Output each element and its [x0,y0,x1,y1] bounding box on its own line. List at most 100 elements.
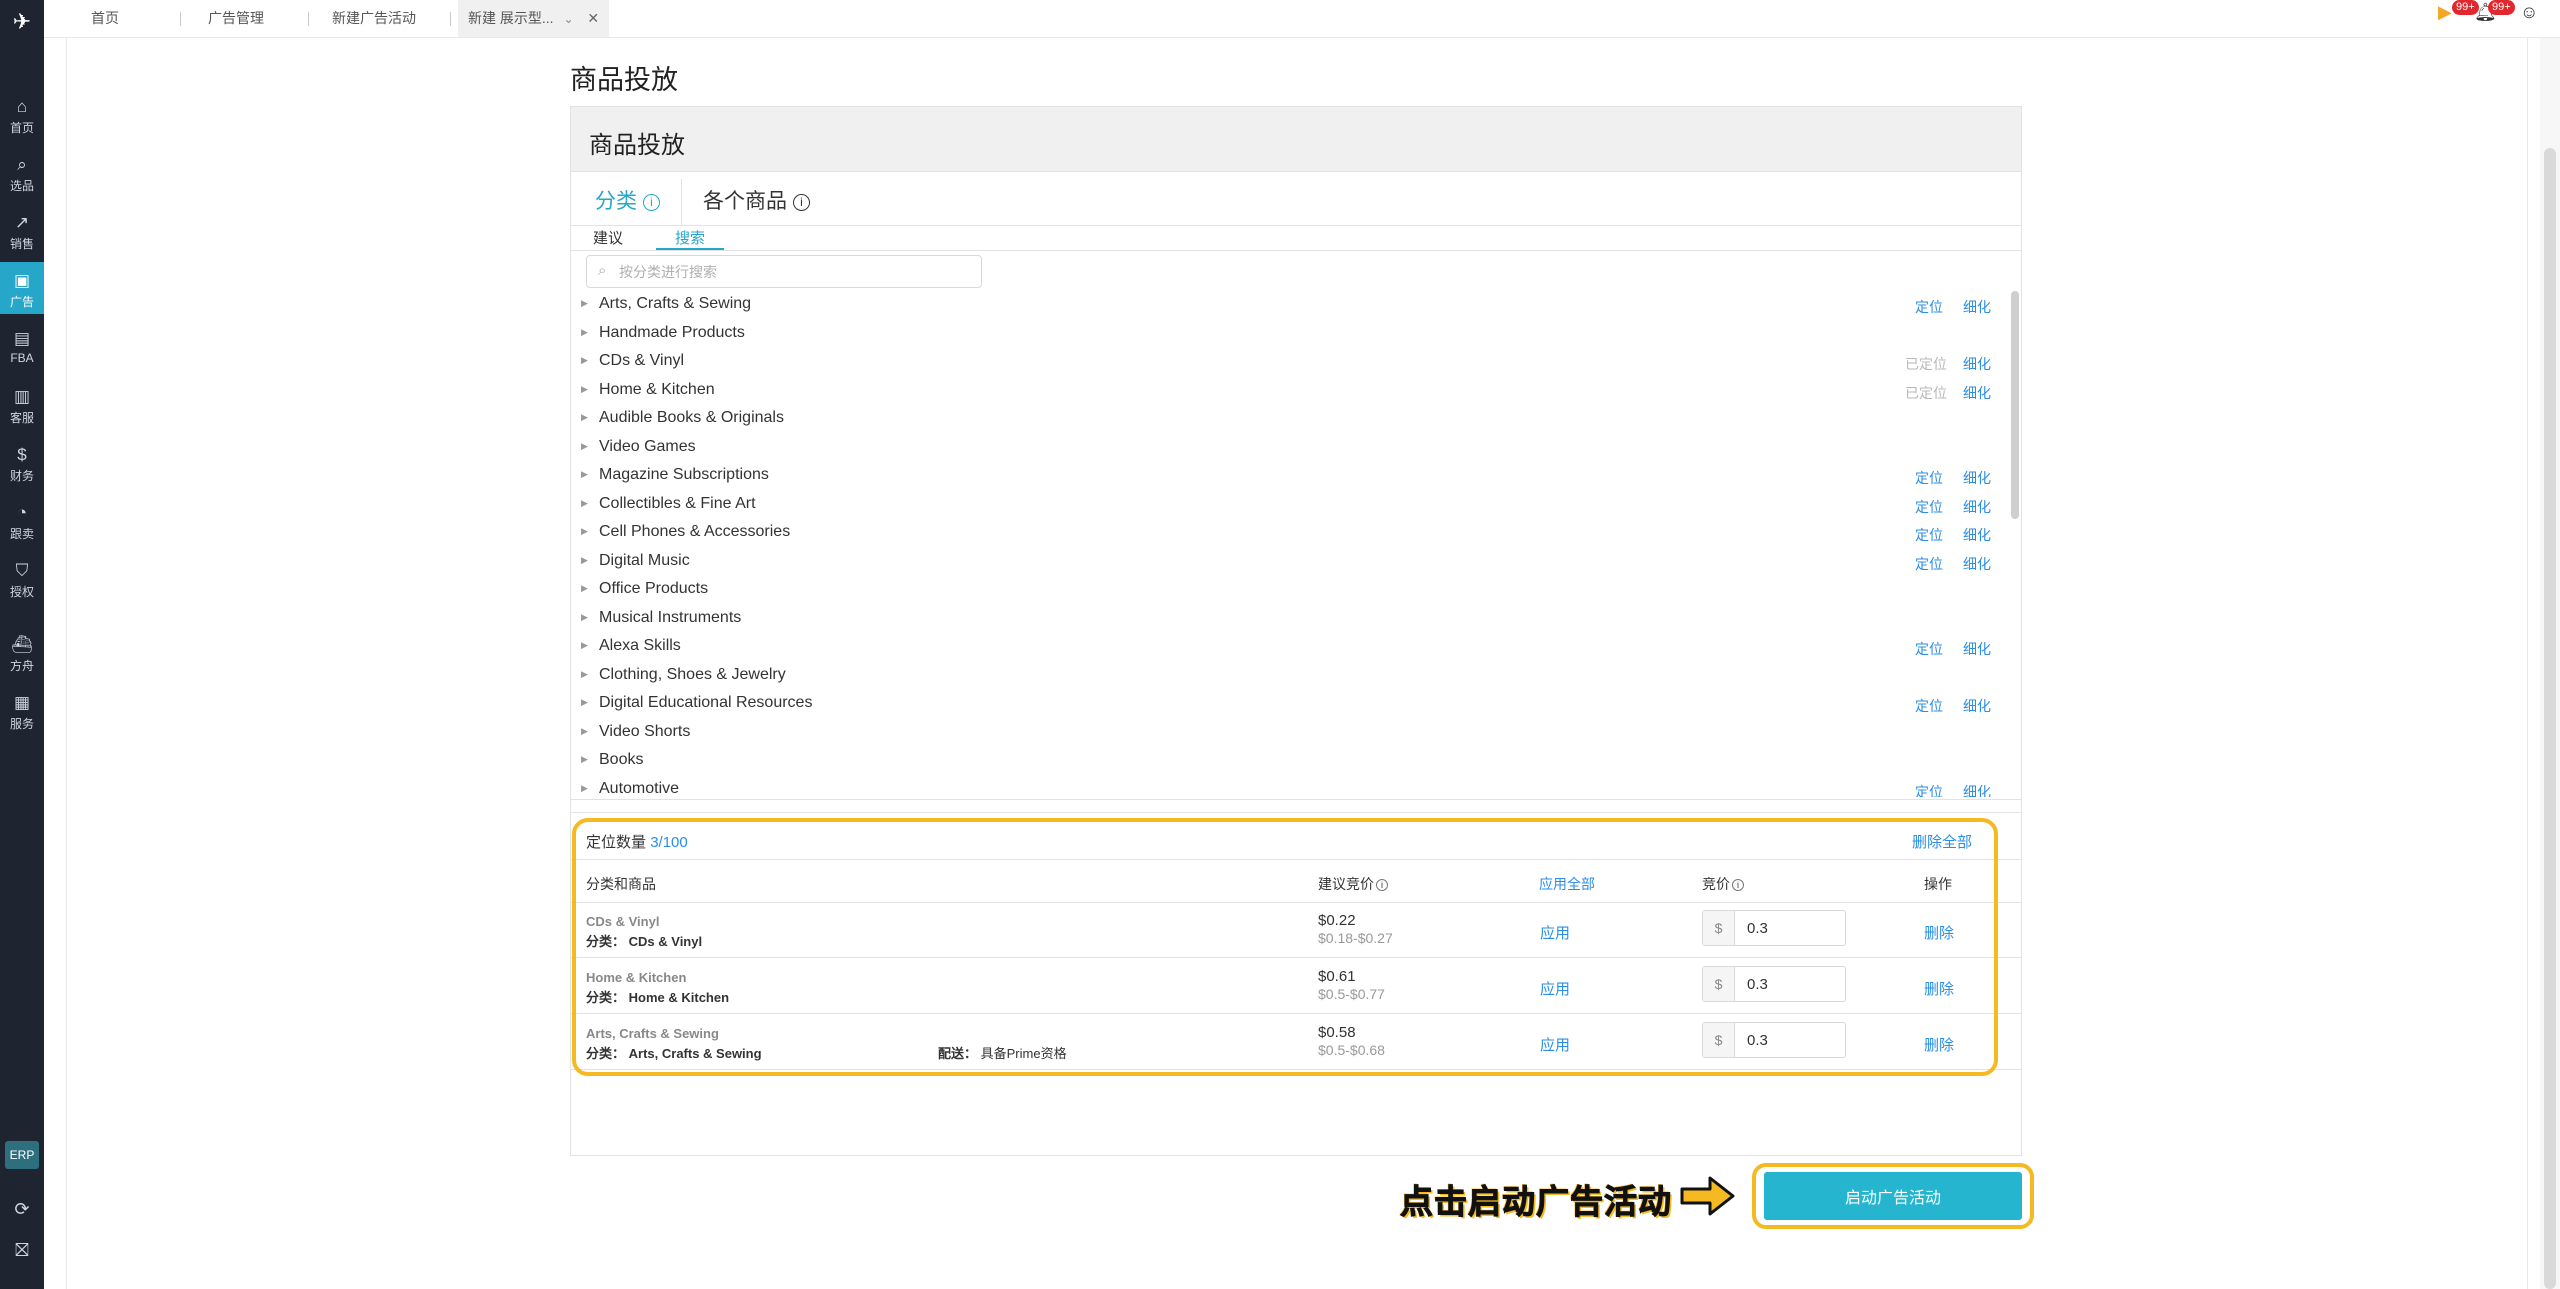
category-row[interactable]: ▶ Digital Educational Resources 定位 细化 [571,690,2001,719]
caret-right-icon[interactable]: ▶ [581,783,588,794]
locate-button[interactable]: 定位 [1915,782,1943,798]
caret-right-icon[interactable]: ▶ [581,669,588,680]
category-row[interactable]: ▶ Video Games [571,434,2001,463]
gift-icon[interactable]: ⛝ [0,1240,44,1261]
tab-divider [450,12,451,26]
category-row[interactable]: ▶ Collectibles & Fine Art 定位 细化 [571,491,2001,520]
refine-button[interactable]: 细化 [1963,782,1991,798]
located-label: 已定位 [1905,384,1947,401]
category-row[interactable]: ▶ CDs & Vinyl 已定位 细化 [571,348,2001,377]
caret-right-icon[interactable]: ▶ [581,298,588,309]
category-search-input[interactable] [619,260,969,283]
refine-button[interactable]: 细化 [1963,468,1991,488]
category-row[interactable]: ▶ Video Shorts [571,719,2001,748]
info-icon[interactable]: i [793,194,810,211]
caret-right-icon[interactable]: ▶ [581,726,588,737]
sidebar-item-follow-sell[interactable]: ◔ 跟卖 [0,494,44,546]
sidebar-item-ark[interactable]: ⛴ 方舟 [0,626,44,678]
locate-button[interactable]: 定位 [1915,468,1943,488]
tab-category[interactable]: 分类 i [595,185,660,215]
caret-right-icon[interactable]: ▶ [581,384,588,395]
refine-button[interactable]: 细化 [1963,639,1991,659]
caret-right-icon[interactable]: ▶ [581,355,588,366]
tab-new-campaign[interactable]: 新建广告活动 [332,0,416,37]
refine-button[interactable]: 细化 [1963,696,1991,716]
erp-button[interactable]: ERP [5,1141,39,1169]
locate-button[interactable]: 定位 [1915,554,1943,574]
category-row[interactable]: ▶ Audible Books & Originals [571,405,2001,434]
app-logo-icon[interactable]: ✈ [8,8,36,36]
category-row[interactable]: ▶ Home & Kitchen 已定位 细化 [571,377,2001,406]
chevron-down-icon[interactable]: ⌄ [563,12,573,26]
refine-button[interactable]: 细化 [1963,554,1991,574]
ad-icon: ▣ [13,271,31,290]
avatar[interactable]: ☺ [2520,2,2538,32]
caret-right-icon[interactable]: ▶ [581,754,588,765]
selected-targets-highlight [572,818,1998,1076]
category-row[interactable]: ▶ Clothing, Shoes & Jewelry [571,662,2001,691]
close-icon[interactable]: ✕ [587,10,599,26]
locate-button[interactable]: 定位 [1915,639,1943,659]
category-row[interactable]: ▶ Alexa Skills 定位 细化 [571,633,2001,662]
info-icon[interactable]: i [643,194,660,211]
page-scrollbar-thumb[interactable] [2544,148,2556,1289]
category-name: Home & Kitchen [599,380,715,398]
refine-button[interactable]: 细化 [1963,383,1991,403]
category-row[interactable]: ▶ Office Products [571,576,2001,605]
caret-right-icon[interactable]: ▶ [581,640,588,651]
category-row[interactable]: ▶ Magazine Subscriptions 定位 细化 [571,462,2001,491]
located-label: 已定位 [1905,356,1947,372]
locate-button[interactable]: 定位 [1915,297,1943,317]
subtab-suggested[interactable]: 建议 [593,227,623,248]
caret-right-icon[interactable]: ▶ [581,583,588,594]
category-row[interactable]: ▶ Automotive 定位 细化 [571,776,2001,798]
caret-right-icon[interactable]: ▶ [581,327,588,338]
caret-right-icon[interactable]: ▶ [581,555,588,566]
sidebar-item-authorize[interactable]: ⛉ 授权 [0,552,44,604]
tab-home[interactable]: 首页 [91,0,119,37]
sidebar-item-service[interactable]: ▥ 客服 [0,378,44,430]
caret-right-icon[interactable]: ▶ [581,412,588,423]
subtab-search[interactable]: 搜索 [675,227,705,248]
locate-button[interactable]: 定位 [1915,525,1943,545]
sidebar-item-selection[interactable]: ⌕ 选品 [0,146,44,198]
locate-button[interactable]: 定位 [1915,696,1943,716]
category-list: ▶ Arts, Crafts & Sewing 定位 细化 ▶ Handmade Prod… [571,291,2011,797]
refine-button[interactable]: 细化 [1963,497,1991,517]
sidebar-item-ads[interactable]: ▣ 广告 [0,262,44,314]
refine-button[interactable]: 细化 [1963,525,1991,545]
tab-individual-products[interactable]: 各个商品 i [703,185,810,215]
category-row[interactable]: ▶ Books [571,747,2001,776]
sidebar-item-finance[interactable]: $ 财务 [0,436,44,488]
sidebar-item-services[interactable]: ▦ 服务 [0,684,44,736]
refresh-icon[interactable]: ⟳ [0,1199,44,1220]
category-name: Video Shorts [599,722,691,740]
divider [571,225,2021,226]
category-search-box[interactable]: ⌕ [586,255,982,288]
launch-campaign-button[interactable]: 启动广告活动 [1764,1172,2022,1220]
sidebar-item-sales[interactable]: ↗ 销售 [0,204,44,256]
category-row[interactable]: ▶ Musical Instruments [571,605,2001,634]
category-row[interactable]: ▶ Arts, Crafts & Sewing 定位 细化 [571,291,2001,320]
caret-right-icon[interactable]: ▶ [581,526,588,537]
caret-right-icon[interactable]: ▶ [581,441,588,452]
category-row[interactable]: ▶ Handmade Products [571,320,2001,349]
sidebar-item-label: 方舟 [9,659,34,673]
category-row[interactable]: ▶ Cell Phones & Accessories 定位 细化 [571,519,2001,548]
category-row[interactable]: ▶ Digital Music 定位 细化 [571,548,2001,577]
refine-button[interactable]: 细化 [1963,297,1991,317]
locate-button[interactable]: 定位 [1915,497,1943,517]
tab-new-display[interactable]: 新建 展示型... ⌄ ✕ [458,0,610,37]
home-icon: ⌂ [16,97,28,116]
sidebar-item-label: 销售 [9,237,34,251]
sidebar-item-fba[interactable]: ▤ FBA [0,320,44,372]
sidebar-item-home[interactable]: ⌂ 首页 [0,88,44,140]
refine-button[interactable]: 细化 [1963,354,1991,374]
caret-right-icon[interactable]: ▶ [581,469,588,480]
caret-right-icon[interactable]: ▶ [581,498,588,509]
category-list-scrollbar[interactable] [2011,291,2019,519]
tab-ad-management[interactable]: 广告管理 [208,0,264,37]
flag-icon[interactable]: ▶ [2438,2,2452,32]
caret-right-icon[interactable]: ▶ [581,612,588,623]
caret-right-icon[interactable]: ▶ [581,697,588,708]
